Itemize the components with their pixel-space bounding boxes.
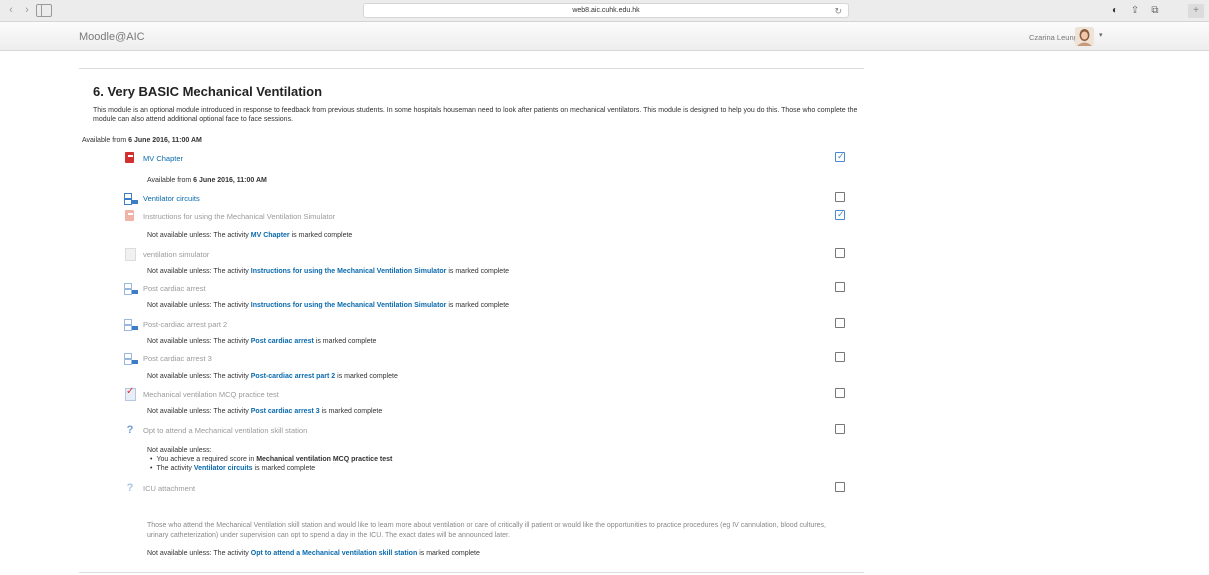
restriction-link[interactable]: Post cardiac arrest bbox=[251, 338, 314, 345]
activity-mcq-practice-test: Mechanical ventilation MCQ practice test bbox=[124, 386, 864, 402]
question-icon: ? bbox=[126, 482, 134, 494]
url-text: web8.aic.cuhk.edu.hk bbox=[572, 7, 640, 14]
availability-info: Not available unless: You achieve a requ… bbox=[147, 446, 392, 473]
availability-info: Not available unless: The activity Post … bbox=[147, 338, 377, 345]
pdf-icon bbox=[124, 210, 136, 222]
pdf-icon bbox=[124, 152, 136, 164]
availability-info: Not available unless: The activity Instr… bbox=[147, 268, 510, 275]
completion-checkbox[interactable] bbox=[835, 482, 845, 492]
section-title: 6. Very BASIC Mechanical Ventilation bbox=[93, 84, 323, 99]
avatar-image bbox=[1075, 27, 1094, 46]
site-navbar: Moodle@AIC Czarina Leung ▾ bbox=[0, 22, 1209, 51]
divider bbox=[79, 68, 864, 69]
activity-instructions: Instructions for using the Mechanical Ve… bbox=[124, 208, 864, 224]
activity-link[interactable]: Ventilator circuits bbox=[143, 194, 200, 203]
availability-info: Not available unless: The activity Instr… bbox=[147, 302, 510, 309]
activity-post-cardiac-arrest-part-2: Post-cardiac arrest part 2 bbox=[124, 318, 864, 332]
activity-name: Mechanical ventilation MCQ practice test bbox=[143, 390, 279, 399]
restriction-list: You achieve a required score in Mechanic… bbox=[147, 455, 392, 473]
lesson-icon bbox=[124, 282, 136, 295]
restriction-link[interactable]: Instructions for using the Mechanical Ve… bbox=[251, 268, 447, 275]
reader-icon[interactable]: ◐ bbox=[1108, 4, 1122, 17]
activity-link[interactable]: MV Chapter bbox=[143, 154, 183, 163]
activity-name: Instructions for using the Mechanical Ve… bbox=[143, 212, 336, 221]
activity-name: ICU attachment bbox=[143, 484, 196, 493]
availability-info: Available from 6 June 2016, 11:00 AM bbox=[147, 177, 267, 184]
activity-ventilator-circuits: Ventilator circuits bbox=[124, 192, 864, 206]
completion-checkbox[interactable] bbox=[835, 208, 845, 220]
availability-info: Not available unless: The activity MV Ch… bbox=[147, 232, 353, 239]
lesson-icon bbox=[124, 352, 136, 365]
activity-skill-station: ? Opt to attend a Mechanical ventilation… bbox=[124, 424, 864, 438]
quiz-icon bbox=[124, 386, 136, 401]
activity-icu-attachment: ? ICU attachment bbox=[124, 482, 864, 496]
lesson-icon bbox=[124, 192, 136, 205]
completion-checkbox[interactable] bbox=[835, 424, 845, 434]
page-icon bbox=[124, 248, 136, 261]
completion-checkbox[interactable] bbox=[835, 318, 845, 328]
completion-checkbox[interactable] bbox=[835, 352, 845, 362]
restriction-link[interactable]: Instructions for using the Mechanical Ve… bbox=[251, 302, 447, 309]
divider bbox=[79, 572, 864, 573]
availability-info: Not available unless: The activity Post … bbox=[147, 408, 383, 415]
availability-info: Not available unless: The activity Opt t… bbox=[147, 550, 480, 557]
restriction-item: You achieve a required score in Mechanic… bbox=[150, 455, 392, 464]
tabs-icon[interactable]: ⧉ bbox=[1148, 4, 1162, 17]
forward-icon[interactable]: › bbox=[20, 4, 34, 17]
section-availability: Available from 6 June 2016, 11:00 AM bbox=[82, 137, 202, 144]
browser-toolbar: ‹ › web8.aic.cuhk.edu.hk ↻ ◐ ⇪ ⧉ + bbox=[0, 0, 1209, 22]
activity-name: Post cardiac arrest 3 bbox=[143, 354, 212, 363]
activity-ventilation-simulator: ventilation simulator bbox=[124, 248, 864, 262]
restriction-link[interactable]: Ventilator circuits bbox=[194, 465, 253, 472]
activity-mv-chapter: MV Chapter bbox=[124, 150, 864, 166]
restriction-link[interactable]: Opt to attend a Mechanical ventilation s… bbox=[251, 550, 417, 557]
reload-icon[interactable]: ↻ bbox=[834, 4, 842, 18]
availability-info: Not available unless: The activity Post-… bbox=[147, 373, 398, 380]
completion-checkbox[interactable] bbox=[835, 248, 845, 258]
restriction-link[interactable]: Post-cardiac arrest part 2 bbox=[251, 373, 335, 380]
restriction-link[interactable]: MV Chapter bbox=[251, 232, 290, 239]
section-summary: This module is an optional module introd… bbox=[93, 107, 858, 123]
activity-name: Opt to attend a Mechanical ventilation s… bbox=[143, 426, 308, 435]
activity-post-cardiac-arrest-3: Post cardiac arrest 3 bbox=[124, 352, 864, 366]
activity-name: Post-cardiac arrest part 2 bbox=[143, 320, 228, 329]
lesson-icon bbox=[124, 318, 136, 331]
share-icon[interactable]: ⇪ bbox=[1128, 4, 1142, 17]
completion-checkbox[interactable] bbox=[835, 192, 845, 202]
activity-name: Post cardiac arrest bbox=[143, 284, 206, 293]
chevron-down-icon[interactable]: ▾ bbox=[1099, 31, 1103, 39]
completion-checkbox[interactable] bbox=[835, 388, 845, 398]
new-tab-icon[interactable]: + bbox=[1188, 4, 1204, 18]
question-icon: ? bbox=[126, 424, 134, 436]
activity-description: Those who attend the Mechanical Ventilat… bbox=[147, 522, 826, 539]
address-bar[interactable]: web8.aic.cuhk.edu.hk ↻ bbox=[363, 3, 849, 18]
activity-name: ventilation simulator bbox=[143, 250, 210, 259]
completion-checkbox[interactable] bbox=[835, 282, 845, 292]
user-avatar[interactable] bbox=[1075, 27, 1094, 46]
back-icon[interactable]: ‹ bbox=[4, 4, 18, 17]
site-brand[interactable]: Moodle@AIC bbox=[79, 31, 145, 43]
activity-post-cardiac-arrest: Post cardiac arrest bbox=[124, 282, 864, 296]
sidebar-toggle-icon[interactable] bbox=[36, 4, 52, 17]
restriction-link[interactable]: Post cardiac arrest 3 bbox=[251, 408, 320, 415]
user-menu-name[interactable]: Czarina Leung bbox=[1029, 33, 1078, 42]
restriction-item: The activity Ventilator circuits is mark… bbox=[150, 464, 392, 473]
completion-checkbox[interactable] bbox=[835, 150, 845, 162]
